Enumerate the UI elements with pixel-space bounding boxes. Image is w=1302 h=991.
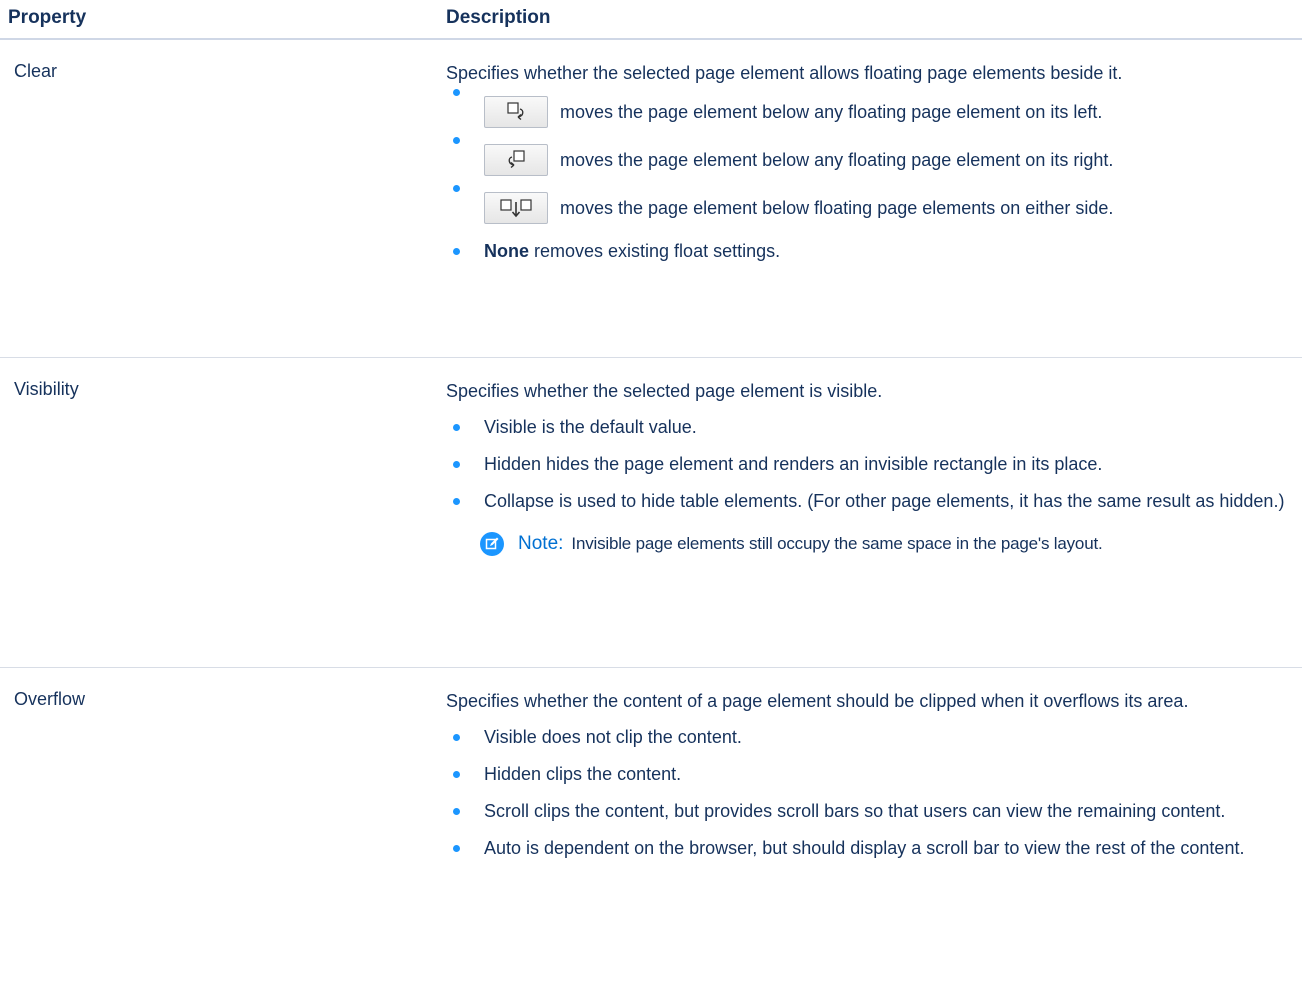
properties-page: Property Description Clear Specifies whe… xyxy=(0,0,1302,991)
note-label: Note: xyxy=(518,532,564,554)
clear-left-icon xyxy=(484,96,548,128)
property-description-cell: Specifies whether the content of a page … xyxy=(446,667,1302,863)
bullet-icon xyxy=(453,89,460,96)
edit-note-icon xyxy=(480,531,504,556)
bullet-icon xyxy=(453,423,460,431)
property-description-cell: Specifies whether the selected page elem… xyxy=(446,39,1302,358)
property-description: Specifies whether the selected page elem… xyxy=(446,63,1123,83)
bullet-icon xyxy=(453,497,460,505)
list-item-text: Scroll clips the content, but provides s… xyxy=(484,800,1226,821)
bullet-icon xyxy=(453,137,460,144)
list-item-text: moves the page element below any floatin… xyxy=(560,102,1103,122)
list-item-text: Hidden clips the content. xyxy=(484,763,682,784)
property-name: Overflow xyxy=(14,688,86,709)
list-item: Visible is the default value. xyxy=(446,412,1302,442)
list-item-text: Auto is dependent on the browser, but sh… xyxy=(484,837,1245,858)
table-row-clear: Clear Specifies whether the selected pag… xyxy=(0,39,1302,358)
properties-table: Property Description Clear Specifies whe… xyxy=(0,0,1302,863)
column-header-description: Description xyxy=(446,0,1302,40)
visibility-options-list: Visible is the default value. Hidden hid… xyxy=(446,412,1302,516)
note-callout: Note: Invisible page elements still occu… xyxy=(446,524,1302,564)
list-item: Visible does not clip the content. xyxy=(446,722,1302,752)
list-item-bold: None xyxy=(484,241,529,261)
list-item: moves the page element below any floatin… xyxy=(446,88,1302,136)
bullet-icon xyxy=(453,807,460,815)
list-item: None removes existing float settings. xyxy=(446,236,1302,266)
list-item: moves the page element below floating pa… xyxy=(446,184,1302,232)
bullet-icon xyxy=(453,460,460,468)
list-item-text: moves the page element below any floatin… xyxy=(560,150,1114,170)
table-row-overflow: Overflow Specifies whether the content o… xyxy=(0,667,1302,863)
list-item-text: moves the page element below floating pa… xyxy=(560,198,1114,218)
list-item: moves the page element below any floatin… xyxy=(446,136,1302,184)
bullet-icon xyxy=(453,248,460,255)
list-item: Collapse is used to hide table elements.… xyxy=(446,486,1302,516)
list-item: Auto is dependent on the browser, but sh… xyxy=(446,833,1302,863)
property-description-cell: Specifies whether the selected page elem… xyxy=(446,357,1302,668)
list-item-text: Visible is the default value. xyxy=(484,416,697,437)
property-description: Specifies whether the selected page elem… xyxy=(446,380,883,401)
property-description: Specifies whether the content of a page … xyxy=(446,690,1189,711)
list-item-text: Collapse is used to hide table elements.… xyxy=(484,490,1285,511)
overflow-options-list: Visible does not clip the content. Hidde… xyxy=(446,722,1302,863)
clear-right-icon xyxy=(484,144,548,176)
list-item-text: Visible does not clip the content. xyxy=(484,726,742,747)
list-item: Hidden hides the page element and render… xyxy=(446,449,1302,479)
bullet-icon xyxy=(453,185,460,192)
bullet-icon xyxy=(453,844,460,852)
list-item: Scroll clips the content, but provides s… xyxy=(446,796,1302,826)
table-row-visibility: Visibility Specifies whether the selecte… xyxy=(0,357,1302,668)
property-name: Clear xyxy=(0,39,446,358)
note-text: Invisible page elements still occupy the… xyxy=(571,533,1103,553)
clear-both-icon xyxy=(484,192,548,224)
bullet-icon xyxy=(453,733,460,741)
property-name: Visibility xyxy=(0,357,446,668)
list-item-text: removes existing float settings. xyxy=(529,241,781,261)
list-item-text: Hidden hides the page element and render… xyxy=(484,453,1103,474)
clear-options-list: moves the page element below any floatin… xyxy=(446,88,1302,266)
column-header-property: Property xyxy=(0,0,446,40)
table-header-row: Property Description xyxy=(0,0,1302,40)
bullet-icon xyxy=(453,770,460,778)
list-item: Hidden clips the content. xyxy=(446,759,1302,789)
